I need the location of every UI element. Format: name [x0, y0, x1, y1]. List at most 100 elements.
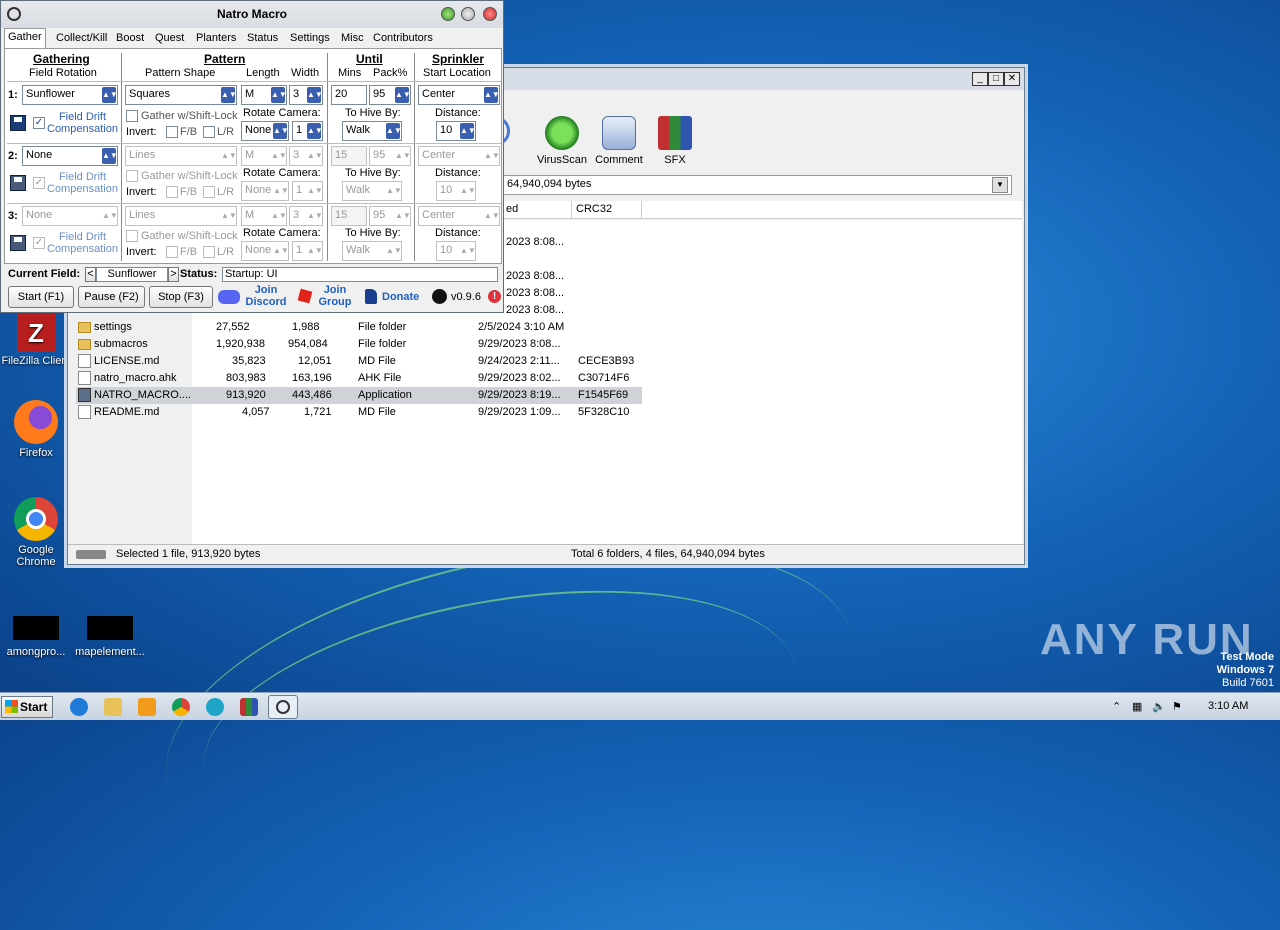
- maximize-button[interactable]: □: [988, 72, 1004, 86]
- donate-link[interactable]: Donate: [382, 291, 419, 303]
- pack-select-1[interactable]: 95 ▲▼: [369, 85, 411, 105]
- prev-field-button[interactable]: <: [85, 267, 96, 282]
- natro-taskbar-button[interactable]: [268, 695, 298, 719]
- tool-comment[interactable]: Comment: [589, 116, 649, 166]
- rotate-select-1[interactable]: None ▲▼: [241, 121, 289, 141]
- tab-settings[interactable]: Settings: [287, 30, 333, 48]
- alert-icon[interactable]: !: [488, 290, 501, 303]
- sprinkler-select-3[interactable]: Center ▲▼: [418, 206, 500, 226]
- network-icon[interactable]: ▦: [1132, 700, 1142, 713]
- shift-lock-checkbox-1[interactable]: [126, 110, 138, 122]
- field-select-1[interactable]: Sunflower ▲▼: [22, 85, 118, 105]
- list-item-selected[interactable]: NATRO_MACRO.... 913,920 443,486 Applicat…: [76, 387, 642, 404]
- tab-misc[interactable]: Misc: [338, 30, 367, 48]
- width-select-3[interactable]: 3 ▲▼: [289, 206, 323, 226]
- maximize-button[interactable]: [461, 7, 475, 21]
- list-item[interactable]: settings 27,552 1,988 File folder 2/5/20…: [76, 319, 642, 336]
- tool-sfx[interactable]: SFX: [645, 116, 705, 166]
- column-modified[interactable]: ed: [502, 201, 572, 219]
- tab-collect-kill[interactable]: Collect/Kill: [53, 30, 110, 48]
- field-drift-checkbox-1[interactable]: ✓: [33, 117, 45, 129]
- desktop-icon-mapelement[interactable]: mapelement...: [72, 616, 148, 658]
- start-button[interactable]: Start (F1): [8, 286, 74, 308]
- rotate-select-2[interactable]: None ▲▼: [241, 181, 289, 201]
- pattern-select-2[interactable]: Lines ▲▼: [125, 146, 237, 166]
- field-select-2[interactable]: None ▲▼: [22, 146, 118, 166]
- rotate-count-3[interactable]: 1 ▲▼: [292, 241, 323, 261]
- tab-planters[interactable]: Planters: [193, 30, 239, 48]
- desktop-icon-filezilla[interactable]: Z FileZilla Client: [0, 314, 74, 367]
- tab-gather[interactable]: Gather: [4, 28, 46, 48]
- list-item[interactable]: natro_macro.ahk 803,983 163,196 AHK File…: [76, 370, 642, 387]
- column-crc32[interactable]: CRC32: [572, 201, 642, 219]
- sprinkler-select-1[interactable]: Center ▲▼: [418, 85, 500, 105]
- hive-select-2[interactable]: Walk ▲▼: [342, 181, 402, 201]
- clock[interactable]: 3:10 AM: [1208, 700, 1248, 712]
- chrome-taskbar-icon[interactable]: [172, 698, 190, 716]
- field-select-3[interactable]: None ▲▼: [22, 206, 118, 226]
- join-group-link[interactable]: Join Group: [315, 284, 355, 308]
- rotate-count-2[interactable]: 1 ▲▼: [292, 181, 323, 201]
- width-select-1[interactable]: 3 ▲▼: [289, 85, 323, 105]
- list-item[interactable]: LICENSE.md 35,823 12,051 MD File 9/24/20…: [76, 353, 642, 370]
- mins-input-1[interactable]: 20: [331, 85, 367, 105]
- join-discord-link[interactable]: Join Discord: [244, 284, 288, 308]
- length-select-1[interactable]: M ▲▼: [241, 85, 287, 105]
- invert-fb-checkbox-2[interactable]: [166, 186, 178, 198]
- length-select-2[interactable]: M ▲▼: [241, 146, 287, 166]
- list-item[interactable]: README.md 4,057 1,721 MD File 9/29/2023 …: [76, 404, 642, 421]
- invert-lr-checkbox-1[interactable]: [203, 126, 215, 138]
- tab-contributors[interactable]: Contributors: [370, 30, 436, 48]
- stop-button[interactable]: Stop (F3): [149, 286, 213, 308]
- list-item[interactable]: submacros 1,920,938 954,084 File folder …: [76, 336, 642, 353]
- desktop-icon-firefox[interactable]: Firefox: [0, 400, 74, 459]
- mins-input-2[interactable]: 15: [331, 146, 367, 166]
- winrar-taskbar-icon[interactable]: [240, 698, 258, 716]
- pack-select-3[interactable]: 95 ▲▼: [369, 206, 411, 226]
- media-player-icon[interactable]: [138, 698, 156, 716]
- field-drift-checkbox-2[interactable]: ✓: [33, 177, 45, 189]
- shift-lock-checkbox-2[interactable]: [126, 170, 138, 182]
- github-icon[interactable]: [432, 289, 447, 304]
- distance-select-1[interactable]: 10 ▲▼: [436, 121, 476, 141]
- pattern-select-1[interactable]: Squares ▲▼: [125, 85, 237, 105]
- invert-fb-checkbox-3[interactable]: [166, 246, 178, 258]
- desktop-icon-chrome[interactable]: Google Chrome: [0, 497, 74, 568]
- save-icon[interactable]: [10, 115, 26, 131]
- save-icon[interactable]: [10, 235, 26, 251]
- invert-lr-checkbox-2[interactable]: [203, 186, 215, 198]
- pattern-select-3[interactable]: Lines ▲▼: [125, 206, 237, 226]
- distance-select-3[interactable]: 10 ▲▼: [436, 241, 476, 261]
- invert-fb-checkbox-1[interactable]: [166, 126, 178, 138]
- minimize-button[interactable]: [441, 7, 455, 21]
- close-button[interactable]: [483, 7, 497, 21]
- tool-virusscan[interactable]: VirusScan: [532, 116, 592, 166]
- tab-status[interactable]: Status: [244, 30, 281, 48]
- save-icon[interactable]: [10, 175, 26, 191]
- field-drift-checkbox-3[interactable]: ✓: [33, 237, 45, 249]
- shift-lock-checkbox-3[interactable]: [126, 230, 138, 242]
- desktop-icon-amongpro[interactable]: amongpro...: [0, 616, 74, 658]
- show-hidden-icons[interactable]: ⌃: [1112, 700, 1121, 713]
- hive-select-1[interactable]: Walk ▲▼: [342, 121, 402, 141]
- rotate-select-3[interactable]: None ▲▼: [241, 241, 289, 261]
- rotate-count-1[interactable]: 1 ▲▼: [292, 121, 323, 141]
- explorer-icon[interactable]: [104, 698, 122, 716]
- pack-select-2[interactable]: 95 ▲▼: [369, 146, 411, 166]
- flag-icon[interactable]: ⚑: [1172, 700, 1182, 713]
- close-button[interactable]: ✕: [1004, 72, 1020, 86]
- chevron-down-icon[interactable]: ▼: [992, 177, 1008, 193]
- hive-select-3[interactable]: Walk ▲▼: [342, 241, 402, 261]
- edge-icon[interactable]: [206, 698, 224, 716]
- width-select-2[interactable]: 3 ▲▼: [289, 146, 323, 166]
- invert-lr-checkbox-3[interactable]: [203, 246, 215, 258]
- distance-select-2[interactable]: 10 ▲▼: [436, 181, 476, 201]
- start-button[interactable]: Start: [1, 696, 53, 718]
- tab-quest[interactable]: Quest: [152, 30, 187, 48]
- mins-input-3[interactable]: 15: [331, 206, 367, 226]
- minimize-button[interactable]: _: [972, 72, 988, 86]
- length-select-3[interactable]: M ▲▼: [241, 206, 287, 226]
- pause-button[interactable]: Pause (F2): [78, 286, 145, 308]
- volume-icon[interactable]: 🔈: [1152, 700, 1166, 713]
- next-field-button[interactable]: >: [168, 267, 179, 282]
